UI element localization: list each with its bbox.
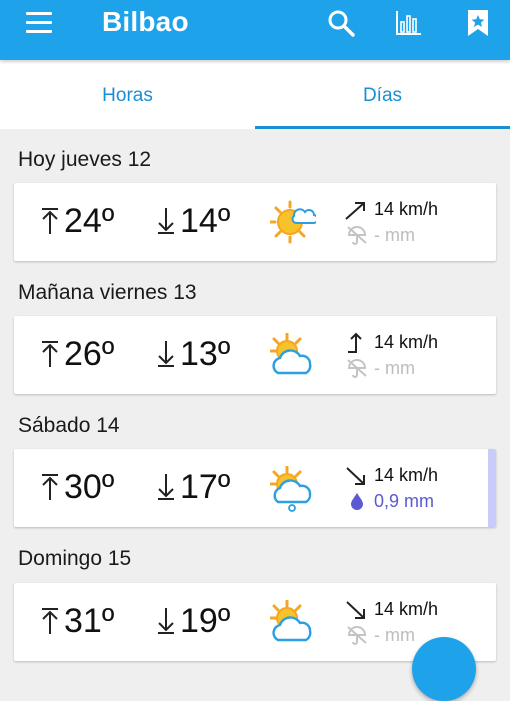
max-temp: 31º [40, 601, 114, 641]
precipitation-indicator [488, 449, 496, 527]
arrow-down-icon [158, 608, 174, 634]
no-rain-umbrella-icon [347, 359, 367, 378]
arrow-up-icon [42, 608, 58, 634]
rain-amount: 0,9 mm [374, 491, 435, 511]
day-card[interactable]: 26º 13º 14 km/h - mm [14, 316, 496, 394]
min-temp: 19º [156, 601, 230, 641]
max-temp: 24º [40, 201, 114, 241]
wind-speed: 14 km/h [374, 465, 439, 485]
bookmark-star-icon[interactable] [463, 8, 493, 38]
rain-drop-icon [351, 493, 363, 510]
arrow-down-icon [158, 474, 174, 500]
search-icon[interactable] [326, 8, 356, 38]
min-temp: 17º [156, 467, 230, 507]
arrow-up-icon [42, 474, 58, 500]
arrow-up-icon [42, 341, 58, 367]
rain-amount: - mm [374, 625, 415, 645]
app-bar: Bilbao [0, 0, 510, 60]
day-card[interactable]: 30º 17º 14 km/h 0,9 mm [14, 449, 496, 527]
min-temp: 14º [156, 201, 230, 241]
day-label: Mañana viernes 13 [18, 281, 197, 304]
tab-dias[interactable]: Días [255, 60, 510, 129]
menu-icon[interactable] [26, 12, 54, 34]
no-rain-umbrella-icon [347, 226, 367, 245]
wind-speed: 14 km/h [374, 332, 439, 352]
day-label: Domingo 15 [18, 547, 132, 570]
wind-speed: 14 km/h [374, 599, 439, 619]
arrow-down-icon [158, 208, 174, 234]
cloud-sun-icon [270, 333, 312, 375]
tab-horas[interactable]: Horas [0, 60, 255, 129]
day-label: Sábado 14 [18, 414, 120, 437]
wind-speed: 14 km/h [374, 199, 439, 219]
cloud-sun-drizzle-icon [270, 466, 312, 512]
day-card[interactable]: 24º 14º 14 km/h - mm [14, 183, 496, 261]
arrow-up-icon [42, 208, 58, 234]
rain-amount: - mm [374, 225, 415, 245]
rain-amount: - mm [374, 358, 415, 378]
cloud-sun-icon [270, 600, 312, 642]
floating-action-button[interactable] [412, 637, 476, 701]
page-title: Bilbao [102, 6, 189, 37]
max-temp: 30º [40, 467, 114, 507]
wind-direction-icon [348, 332, 362, 353]
bar-chart-icon[interactable] [394, 8, 424, 38]
wind-direction-icon [345, 202, 365, 220]
no-rain-umbrella-icon [347, 626, 367, 645]
wind-direction-icon [346, 601, 365, 619]
sun-cloud-icon [270, 200, 316, 244]
max-temp: 26º [40, 334, 114, 374]
arrow-down-icon [158, 341, 174, 367]
wind-direction-icon [346, 467, 365, 485]
tab-bar: Horas Días [0, 60, 510, 129]
day-label: Hoy jueves 12 [18, 148, 152, 171]
min-temp: 13º [156, 334, 230, 374]
